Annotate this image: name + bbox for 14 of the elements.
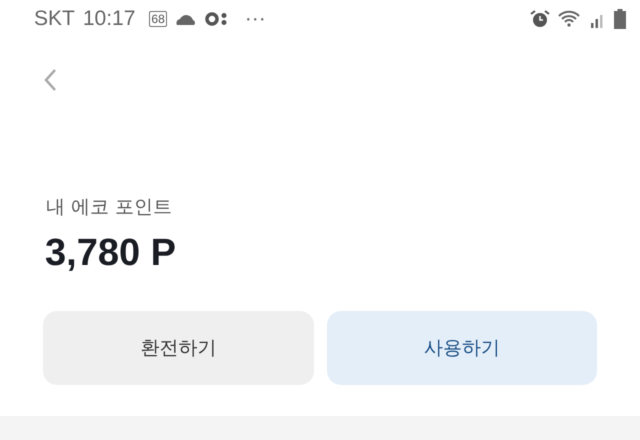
exchange-button[interactable]: 환전하기 [43,311,314,385]
alarm-icon [530,9,550,29]
record-icon [204,12,229,26]
more-indicator: ··· [244,7,266,31]
points-label: 내 에코 포인트 [46,195,174,220]
battery-icon [614,9,626,29]
use-button[interactable]: 사용하기 [326,311,597,385]
points-value: 3,780 P [45,232,177,275]
back-icon [43,68,57,92]
carrier-name: SKT [34,7,75,31]
notification-badge: 68 [149,11,167,27]
clock-time: 10:17 [82,7,136,31]
wifi-icon [558,9,582,29]
cloud-icon [174,13,197,25]
